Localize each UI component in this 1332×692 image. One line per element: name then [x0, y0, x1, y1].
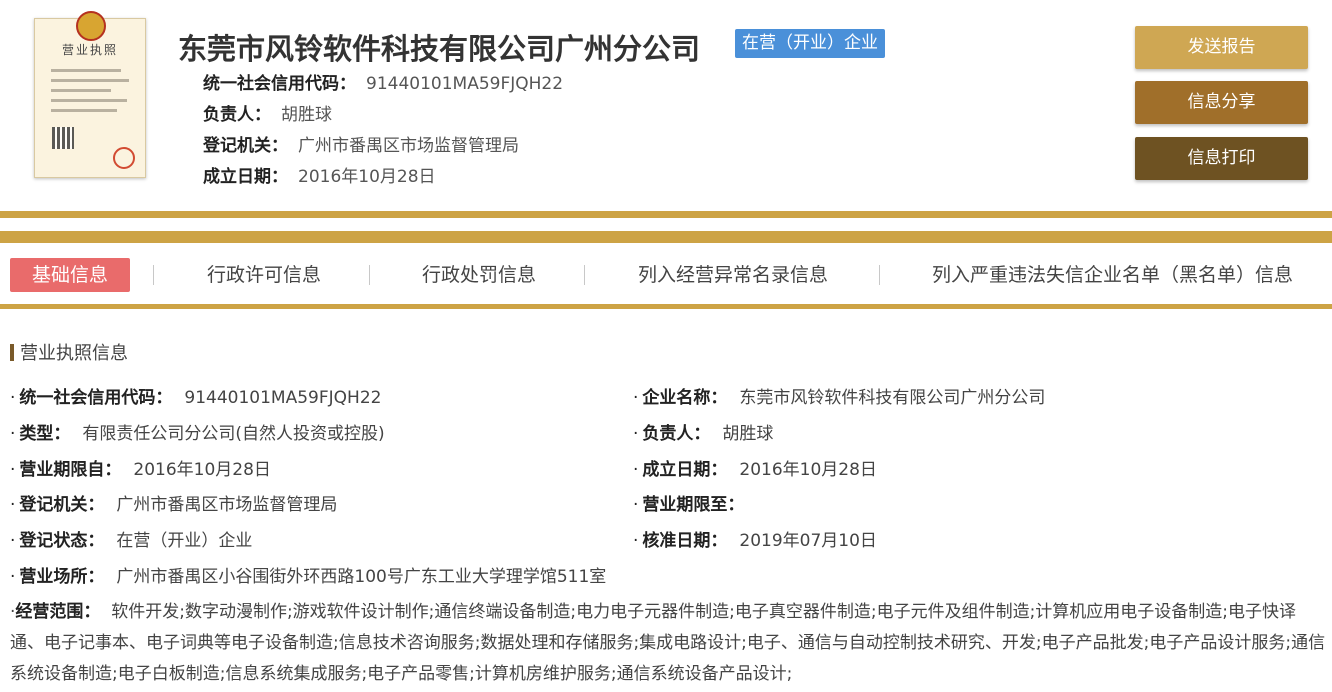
- info-row-responsible-person: · 负责人： 胡胜球: [633, 419, 773, 444]
- bullet-icon: ·: [10, 388, 16, 408]
- license-text-line: [51, 79, 129, 82]
- field-value: 91440101MA59FJQH22: [366, 74, 564, 94]
- field-value: 胡胜球: [281, 105, 332, 125]
- section-title: 营业执照信息: [10, 339, 128, 365]
- field-value: 广州市番禺区市场监督管理局: [116, 495, 338, 515]
- field-value: 在营（开业）企业: [116, 531, 253, 551]
- tab-separator: [153, 265, 154, 285]
- bullet-icon: ·: [633, 460, 639, 480]
- field-label: 登记机关：: [19, 495, 105, 515]
- field-label: 统一社会信用代码：: [19, 388, 173, 408]
- tab-admin-penalty[interactable]: 行政处罚信息: [422, 258, 536, 292]
- company-name: 东莞市风铃软件科技有限公司广州分公司: [178, 32, 701, 66]
- license-text-line: [51, 99, 127, 102]
- tab-separator: [584, 265, 585, 285]
- field-value: 2016年10月28日: [298, 167, 436, 187]
- field-value: 广州市番禺区市场监督管理局: [298, 136, 519, 156]
- field-value: 2016年10月28日: [739, 460, 877, 480]
- license-text-line: [51, 69, 121, 72]
- print-info-button[interactable]: 信息打印: [1135, 137, 1308, 180]
- field-label: 登记机关：: [203, 136, 288, 156]
- tabs-top-border: [0, 231, 1332, 243]
- bullet-icon: ·: [633, 388, 639, 408]
- bullet-icon: ·: [10, 567, 16, 587]
- license-thumbnail-title: 营业执照: [61, 43, 118, 57]
- field-value: 东莞市风铃软件科技有限公司广州分公司: [739, 388, 1046, 408]
- qr-code-icon: [52, 127, 74, 149]
- section-title-text: 营业执照信息: [20, 343, 128, 364]
- section-title-marker: [10, 344, 14, 361]
- info-row-business-scope: ·经营范围： 软件开发;数字动漫制作;游戏软件设计制作;通信终端设备制造;电力电…: [10, 597, 1326, 690]
- tabs-bottom-border: [0, 304, 1332, 309]
- field-label: 企业名称：: [642, 388, 728, 408]
- seal-icon: [113, 147, 135, 169]
- field-label: 经营范围：: [15, 602, 101, 622]
- info-row-credit-code: · 统一社会信用代码： 91440101MA59FJQH22: [10, 383, 381, 408]
- field-label: 成立日期：: [203, 167, 288, 187]
- bullet-icon: ·: [10, 424, 16, 444]
- field-label: 登记状态：: [19, 531, 105, 551]
- field-label: 成立日期：: [642, 460, 728, 480]
- field-value: 胡胜球: [722, 424, 774, 444]
- tab-admin-license[interactable]: 行政许可信息: [207, 258, 321, 292]
- bullet-icon: ·: [10, 460, 16, 480]
- field-label: 类型：: [19, 424, 71, 444]
- bullet-icon: ·: [633, 424, 639, 444]
- header-divider: [0, 211, 1332, 218]
- bullet-icon: ·: [633, 495, 639, 515]
- share-info-button[interactable]: 信息分享: [1135, 81, 1308, 124]
- bullet-icon: ·: [10, 495, 16, 515]
- info-row-term-from: · 营业期限自： 2016年10月28日: [10, 455, 271, 480]
- field-label: 统一社会信用代码：: [203, 74, 356, 94]
- business-license-image[interactable]: 营业执照: [34, 11, 146, 178]
- tab-basic-info[interactable]: 基础信息: [10, 258, 130, 292]
- field-value: 91440101MA59FJQH22: [184, 388, 382, 408]
- info-row-term-to: · 营业期限至：: [633, 490, 756, 515]
- field-value: 有限责任公司分公司(自然人投资或控股): [82, 424, 385, 444]
- tab-separator: [369, 265, 370, 285]
- field-label: 营业期限至：: [642, 495, 745, 515]
- tab-separator: [879, 265, 880, 285]
- field-value: 2019年07月10日: [739, 531, 877, 551]
- field-label: 负责人：: [203, 105, 271, 125]
- header-responsible-person: 负责人： 胡胜球: [203, 100, 332, 125]
- field-value: 2016年10月28日: [133, 460, 271, 480]
- status-badge: 在营（开业）企业: [735, 29, 885, 58]
- info-row-registration-status: · 登记状态： 在营（开业）企业: [10, 526, 252, 551]
- field-label: 核准日期：: [642, 531, 728, 551]
- header-registration-authority: 登记机关： 广州市番禺区市场监督管理局: [203, 131, 519, 156]
- bullet-icon: ·: [10, 531, 16, 551]
- license-text-line: [51, 89, 111, 92]
- info-row-company-name: · 企业名称： 东莞市风铃软件科技有限公司广州分公司: [633, 383, 1045, 408]
- field-label: 营业场所：: [19, 567, 105, 587]
- info-row-approval-date: · 核准日期： 2019年07月10日: [633, 526, 877, 551]
- send-report-button[interactable]: 发送报告: [1135, 26, 1308, 69]
- tab-abnormal-operation[interactable]: 列入经营异常名录信息: [638, 258, 828, 292]
- field-value: 软件开发;数字动漫制作;游戏软件设计制作;通信终端设备制造;电力电子元器件制造;…: [10, 602, 1326, 684]
- bullet-icon: ·: [633, 531, 639, 551]
- info-row-type: · 类型： 有限责任公司分公司(自然人投资或控股): [10, 419, 385, 444]
- header-credit-code: 统一社会信用代码： 91440101MA59FJQH22: [203, 69, 563, 94]
- info-row-business-address: · 营业场所： 广州市番禺区小谷围街外环西路100号广东工业大学理学馆511室: [10, 562, 606, 587]
- license-text-line: [51, 109, 117, 112]
- info-row-registration-authority: · 登记机关： 广州市番禺区市场监督管理局: [10, 490, 337, 515]
- national-emblem-icon: [76, 11, 106, 41]
- tab-blacklist[interactable]: 列入严重违法失信企业名单（黑名单）信息: [932, 258, 1293, 292]
- field-value: 广州市番禺区小谷围街外环西路100号广东工业大学理学馆511室: [116, 567, 607, 587]
- field-label: 营业期限自：: [19, 460, 122, 480]
- field-label: 负责人：: [642, 424, 711, 444]
- info-row-establish-date: · 成立日期： 2016年10月28日: [633, 455, 877, 480]
- header-establish-date: 成立日期： 2016年10月28日: [203, 162, 436, 187]
